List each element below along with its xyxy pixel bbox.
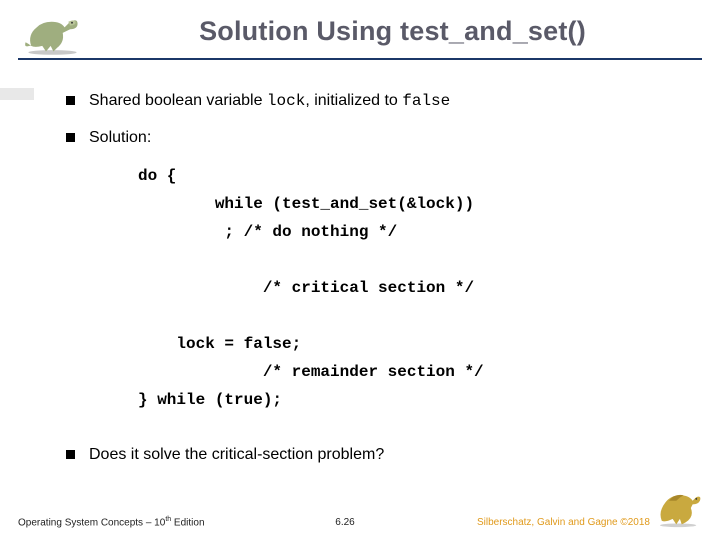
footer-page-number: 6.26: [335, 517, 384, 528]
dino-left-icon: [20, 8, 85, 56]
code-block: do { while (test_and_set(&lock)) ; /* do…: [138, 162, 700, 414]
bullet-item: Does it solve the critical-section probl…: [66, 444, 700, 466]
bullet-text: Shared boolean variable lock, initialize…: [89, 90, 450, 113]
bullet-text: Solution:: [89, 127, 151, 149]
square-bullet-icon: [66, 96, 75, 105]
bullet-text: Does it solve the critical-section probl…: [89, 444, 384, 466]
dino-right-icon: [656, 488, 702, 528]
footer-right: Silberschatz, Galvin and Gagne ©2018: [385, 488, 702, 528]
square-bullet-icon: [66, 133, 75, 142]
footer-credits: Silberschatz, Galvin and Gagne ©2018: [477, 517, 650, 528]
slide-content: Shared boolean variable lock, initialize…: [0, 60, 720, 466]
bullet-item: Solution:: [66, 127, 700, 149]
bullet-item: Shared boolean variable lock, initialize…: [66, 90, 700, 113]
slide-title: Solution Using test_and_set(): [85, 10, 700, 47]
slide-footer: Operating System Concepts – 10th Edition…: [0, 488, 720, 528]
left-strip: [0, 88, 34, 100]
square-bullet-icon: [66, 450, 75, 459]
footer-left: Operating System Concepts – 10th Edition: [18, 516, 335, 528]
